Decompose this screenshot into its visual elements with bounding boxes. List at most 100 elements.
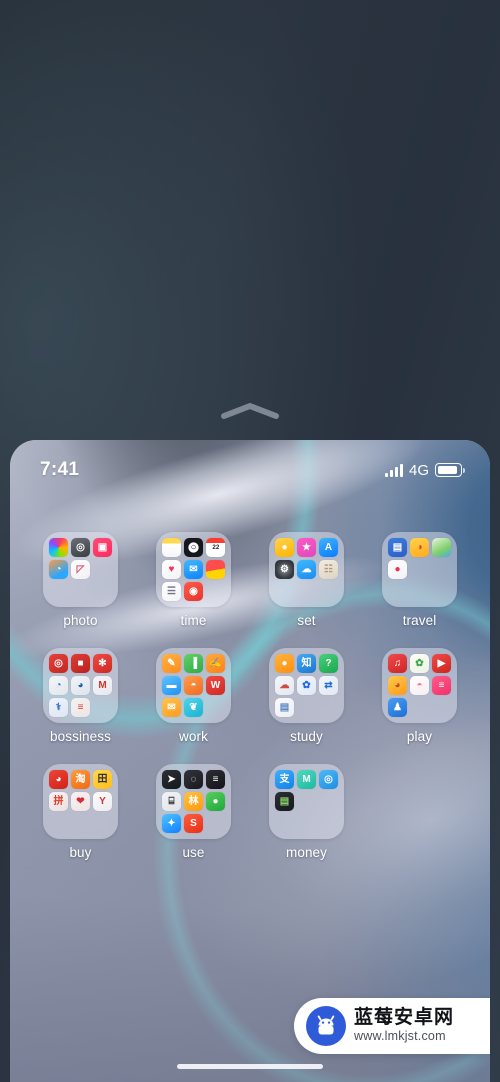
sohu-app[interactable]: S — [184, 814, 203, 833]
folder-buy[interactable]: ◕ 淘田拼 ❤ Ybuy — [24, 764, 137, 860]
folder-tile[interactable]: ○ 22 ♥ ✉ ☰ ◉ — [156, 532, 231, 607]
notes-app[interactable] — [162, 538, 181, 557]
calendar-app[interactable]: 22 — [206, 538, 225, 557]
tax-app[interactable]: ≡ — [71, 698, 90, 717]
location-app[interactable]: ● — [388, 560, 407, 579]
app-glyph: ▤ — [392, 541, 403, 553]
douban-app[interactable]: ✿ — [410, 654, 429, 673]
sogou-app[interactable]: ◓ — [184, 676, 203, 695]
folder-tile[interactable]: ➤ ◌ ≡ ⌸ 林 ● ✦ S — [156, 764, 231, 839]
folder-tile[interactable]: ✎ ▐ ✍ ▬ ◓ W ✉ ❦ — [156, 648, 231, 723]
answers-app[interactable]: ? — [319, 654, 338, 673]
folder-work[interactable]: ✎ ▐ ✍ ▬ ◓ W ✉ ❦ work — [137, 648, 250, 744]
app-store-app[interactable]: A — [319, 538, 338, 557]
alipay-app[interactable]: 支 — [275, 770, 294, 789]
idea-app[interactable]: ● — [275, 654, 294, 673]
shortcuts-app[interactable]: ★ — [297, 538, 316, 557]
game-app[interactable]: ◕ — [388, 676, 407, 695]
bank-abc-app[interactable]: ◕ — [71, 676, 90, 695]
compass-app[interactable]: ➤ — [162, 770, 181, 789]
bank-boc-app[interactable]: ◎ — [49, 654, 68, 673]
taobao-app[interactable]: 淘 — [71, 770, 90, 789]
insurance-app[interactable]: ⚕ — [49, 698, 68, 717]
folder-app[interactable]: ▬ — [162, 676, 181, 695]
reader-app[interactable]: ▤ — [275, 698, 294, 717]
folder-photo[interactable]: ◎ ▣ ◔ ◸ photo — [24, 532, 137, 628]
taxi-app[interactable]: ◑ — [410, 538, 429, 557]
wps-app[interactable]: W — [206, 676, 225, 695]
home-indicator[interactable] — [177, 1064, 323, 1069]
vip-app[interactable]: ❤ — [71, 792, 90, 811]
folder-tile[interactable]: ◎ ■ ✻ ◔ ◕ Μ ⚕ ≡ — [43, 648, 118, 723]
bank-ccb-app[interactable]: ✻ — [93, 654, 112, 673]
ctrip-app[interactable]: 林 — [184, 792, 203, 811]
folder-tile[interactable]: 支 M ◎ ▤ — [269, 764, 344, 839]
app-glyph: ⚕ — [55, 701, 62, 713]
clock-app[interactable]: ○ — [184, 538, 203, 557]
app-glyph: ⌸ — [168, 795, 175, 807]
cloud-app[interactable]: ☁ — [275, 676, 294, 695]
calculator-app[interactable]: ⌸ — [162, 792, 181, 811]
tianmao-app[interactable]: 田 — [93, 770, 112, 789]
wechat-green-app[interactable]: ● — [206, 792, 225, 811]
folder-tile[interactable]: ● 知? ☁ ✿ ⇄ ▤ — [269, 648, 344, 723]
folder-bossiness[interactable]: ◎ ■ ✻ ◔ ◕ Μ ⚕ ≡ bossiness — [24, 648, 137, 744]
folder-play[interactable]: ♫ ✿ ▶ ◕ ◓ ≡ ♟ play — [363, 648, 476, 744]
photo-viewer-app[interactable]: ◔ — [49, 560, 68, 579]
video-app[interactable] — [206, 560, 225, 579]
maps-app[interactable] — [432, 538, 451, 557]
folder-tile[interactable]: ▤ ◑ ● — [382, 532, 457, 607]
bilibili-app[interactable]: ◓ — [410, 676, 429, 695]
live-app[interactable]: ≡ — [432, 676, 451, 695]
folder-tile[interactable]: ● ★ A ⚙ ☁ ☷ — [269, 532, 344, 607]
bank-cmb-app[interactable]: Μ — [93, 676, 112, 695]
contacts-app[interactable]: ☷ — [319, 560, 338, 579]
weather-app[interactable]: ☁ — [297, 560, 316, 579]
folder-use[interactable]: ➤ ◌ ≡ ⌸ 林 ● ✦ Suse — [137, 764, 250, 860]
mt-app[interactable]: M — [297, 770, 316, 789]
measure-app[interactable]: ◌ — [184, 770, 203, 789]
qq-mail-app[interactable]: ✉ — [162, 698, 181, 717]
folder-money[interactable]: 支 M ◎ ▤ money — [250, 764, 363, 860]
finance-app[interactable]: ◔ — [49, 676, 68, 695]
app-glyph: 知 — [301, 657, 312, 669]
settings-app[interactable]: ⚙ — [275, 560, 294, 579]
stocks-app[interactable]: ▐ — [184, 654, 203, 673]
folder-tile[interactable]: ◕ 淘田拼 ❤ Y — [43, 764, 118, 839]
reminders-app[interactable]: ☰ — [162, 582, 181, 601]
folder-time[interactable]: ○ 22 ♥ ✉ ☰ ◉ time — [137, 532, 250, 628]
photos-app[interactable] — [49, 538, 68, 557]
folder-study[interactable]: ● 知? ☁ ✿ ⇄ ▤ study — [250, 648, 363, 744]
folder-tile[interactable]: ♫ ✿ ▶ ◕ ◓ ≡ ♟ — [382, 648, 457, 723]
notepad-app[interactable]: ✎ — [162, 654, 181, 673]
tips-app[interactable]: ● — [275, 538, 294, 557]
puzzle-app[interactable]: ♟ — [388, 698, 407, 717]
wechat-app[interactable]: ◉ — [184, 582, 203, 601]
camera-app[interactable]: ◎ — [71, 538, 90, 557]
news-app[interactable]: ✍ — [206, 654, 225, 673]
translate-app[interactable]: ⇄ — [319, 676, 338, 695]
baidu-app[interactable]: ✿ — [297, 676, 316, 695]
wallet-app[interactable]: ▤ — [275, 792, 294, 811]
safari-app[interactable]: ✦ — [162, 814, 181, 833]
pinduoduo-app[interactable]: 拼 — [49, 792, 68, 811]
chat-app[interactable]: ❦ — [184, 698, 203, 717]
mail-app[interactable]: ✉ — [184, 560, 203, 579]
bank-app[interactable]: ◎ — [319, 770, 338, 789]
voice-memos-app[interactable]: ≡ — [206, 770, 225, 789]
jd-app[interactable]: ◕ — [49, 770, 68, 789]
bank-icbc-app[interactable]: ■ — [71, 654, 90, 673]
railway-app[interactable]: ▤ — [388, 538, 407, 557]
pull-up-handle[interactable] — [0, 398, 500, 424]
files-app[interactable]: ◸ — [71, 560, 90, 579]
zhihu-app[interactable]: 知 — [297, 654, 316, 673]
health-app[interactable]: ♥ — [162, 560, 181, 579]
photo-editor-app[interactable]: ▣ — [93, 538, 112, 557]
yangmatou-app[interactable]: Y — [93, 792, 112, 811]
folder-travel[interactable]: ▤ ◑ ● travel — [363, 532, 476, 628]
folder-set[interactable]: ● ★ A ⚙ ☁ ☷ set — [250, 532, 363, 628]
netease-music-app[interactable]: ♫ — [388, 654, 407, 673]
folder-tile[interactable]: ◎ ▣ ◔ ◸ — [43, 532, 118, 607]
video-player-app[interactable]: ▶ — [432, 654, 451, 673]
folder-label: play — [406, 729, 433, 744]
